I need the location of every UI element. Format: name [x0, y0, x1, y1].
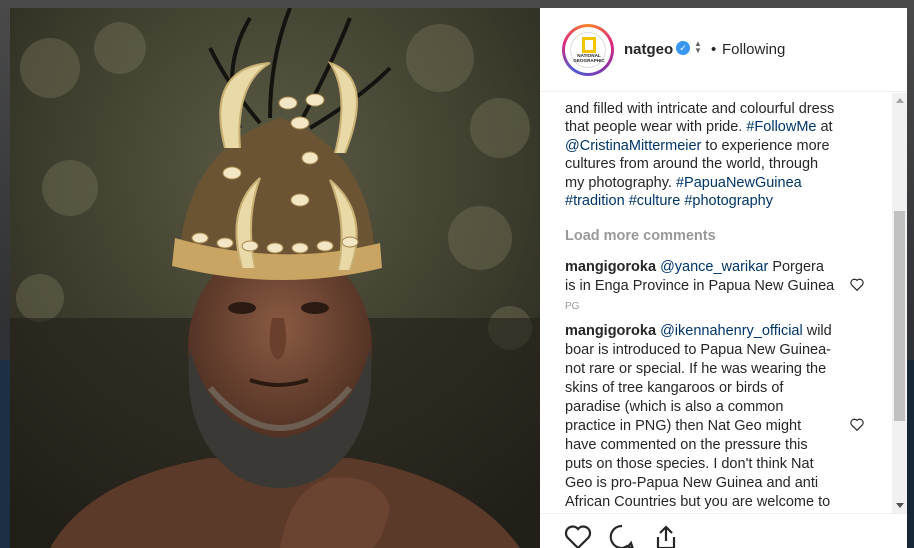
caption-line: my photography. #PapuaNewGuinea — [565, 174, 885, 193]
caption-text: at — [816, 119, 833, 135]
comment-mention[interactable]: @ikennahenry_official — [660, 323, 803, 339]
mention-cristina[interactable]: @CristinaMittermeier — [565, 138, 701, 154]
post-header: NATIONAL GEOGRAPHIC natgeo ✓ ▲ ▼ • Follow… — [540, 8, 907, 92]
caption-text: to experience more — [701, 137, 830, 154]
comment-username[interactable]: mangigoroka — [565, 259, 656, 275]
hashtag-followme[interactable]: #FollowMe — [746, 119, 816, 135]
scroll-spinner-icon: ▲ ▼ — [694, 39, 702, 55]
comment-like-heart-icon[interactable] — [850, 418, 864, 431]
portrait-image — [10, 8, 540, 548]
post-photo[interactable] — [10, 8, 540, 548]
comments-scrollbar[interactable] — [892, 93, 907, 513]
natgeo-logo-icon: NATIONAL GEOGRAPHIC — [570, 32, 606, 68]
post-caption: and filled with intricate and colourful … — [565, 93, 885, 211]
caption-line: and filled with intricate and colourful … — [565, 100, 835, 117]
account-username[interactable]: natgeo — [624, 41, 673, 58]
like-heart-icon[interactable] — [564, 523, 592, 548]
caption-line: @CristinaMittermeier to experience more — [565, 137, 885, 156]
post-actions-bar — [540, 513, 907, 548]
post-detail-panel: NATIONAL GEOGRAPHIC natgeo ✓ ▲ ▼ • Follow… — [540, 8, 907, 548]
following-button[interactable]: Following — [722, 41, 785, 58]
hashtag-tradition[interactable]: #tradition — [565, 193, 625, 209]
comment-like-heart-icon[interactable] — [850, 278, 864, 291]
comment-username[interactable]: mangigoroka — [565, 323, 656, 339]
hashtag-photography[interactable]: #photography — [684, 193, 773, 209]
comment-bubble-icon[interactable] — [608, 523, 636, 548]
avatar[interactable]: NATIONAL GEOGRAPHIC — [565, 27, 611, 73]
caption-text: my photography. — [565, 174, 676, 191]
comment-item: mangigoroka @yance_warikar Porgera is in… — [565, 258, 835, 316]
scroll-up-arrow-icon[interactable] — [896, 98, 904, 103]
share-icon[interactable] — [652, 523, 680, 548]
story-ring[interactable]: NATIONAL GEOGRAPHIC — [562, 24, 614, 76]
comment-mention[interactable]: @yance_warikar — [660, 259, 768, 275]
yellow-frame — [582, 37, 596, 53]
scroll-thumb[interactable] — [894, 211, 905, 421]
verified-badge-icon: ✓ — [676, 41, 690, 55]
caption-line: cultures from around the world, through — [565, 156, 819, 172]
load-more-comments-button[interactable]: Load more comments — [565, 228, 716, 244]
comments-list[interactable]: and filled with intricate and colourful … — [540, 93, 892, 513]
hashtag-culture[interactable]: #culture — [629, 193, 681, 209]
comment-text: wild boar is introduced to Papua New Gui… — [565, 323, 832, 510]
caption-text: that people wear with pride. — [565, 119, 747, 135]
separator-dot: • — [711, 41, 717, 58]
comment-suffix: PG — [565, 301, 580, 312]
caption-line: #tradition #culture #photography — [565, 192, 885, 211]
comment-item: mangigoroka @ikennahenry_official wild b… — [565, 322, 835, 513]
logo-text: NATIONAL GEOGRAPHIC — [573, 53, 605, 63]
caption-line: that people wear with pride. #FollowMe a… — [565, 118, 885, 137]
hashtag-papuanewguinea[interactable]: #PapuaNewGuinea — [676, 175, 802, 191]
backdrop-left-edge — [0, 360, 10, 548]
scroll-down-arrow-icon[interactable] — [896, 503, 904, 508]
